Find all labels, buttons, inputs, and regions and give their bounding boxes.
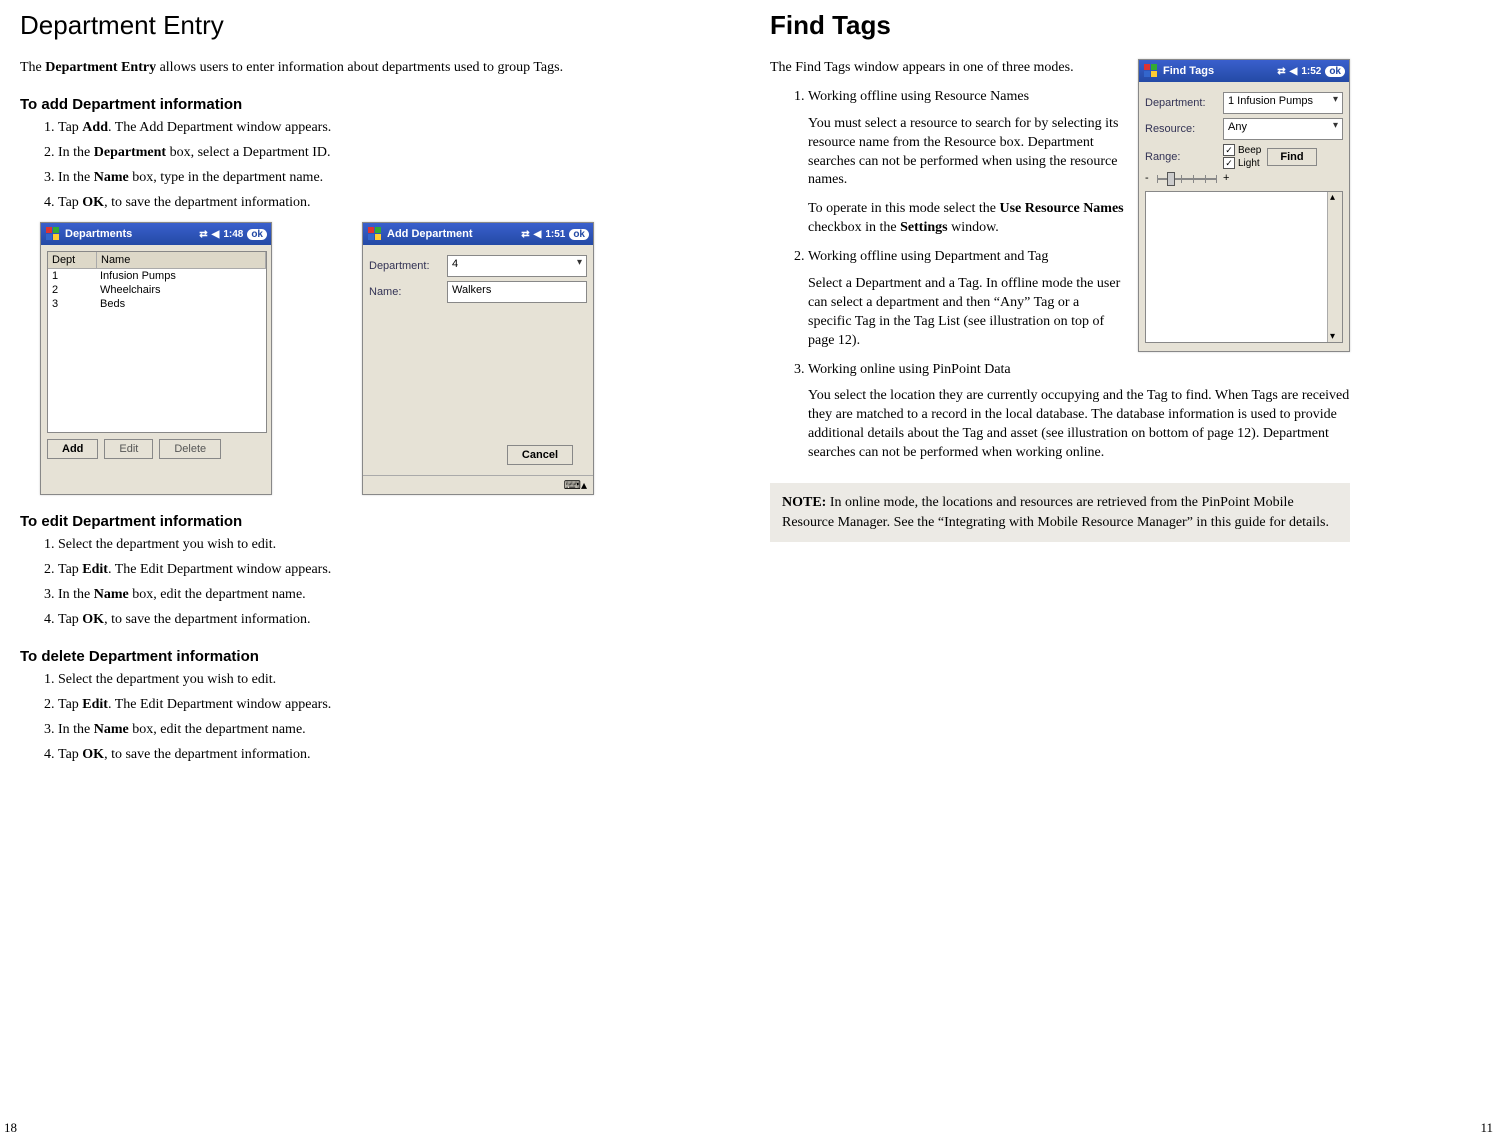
status-icons: ⇄ ◀ 1:48 [199,229,243,240]
pda-title-text: Find Tags [1163,65,1214,77]
clock-text: 1:52 [1301,66,1321,77]
list-item: In the Name box, type in the department … [58,169,600,188]
table-row[interactable]: 1Infusion Pumps [48,269,266,283]
list-item: Working online using PinPoint Data You s… [808,361,1350,463]
ok-button[interactable]: ok [569,229,589,240]
list-item: Select the department you wish to edit. [58,671,600,690]
note-label: NOTE: [782,495,826,510]
table-row[interactable]: 3Beds [48,297,266,311]
department-label: Department: [1145,97,1217,109]
windows-start-icon[interactable] [1143,63,1159,79]
page-right: Find Tags Find Tags ⇄ ◀ 1:52 ok Departme… [750,0,1370,552]
status-icons: ⇄ ◀ 1:52 [1277,66,1321,77]
windows-start-icon[interactable] [367,226,383,242]
add-steps: Tap Add. The Add Department window appea… [20,119,600,213]
ok-button[interactable]: ok [1325,66,1345,77]
clock-text: 1:48 [223,229,243,240]
col-name: Name [97,252,266,268]
list-item: Tap OK, to save the department informati… [58,611,600,630]
find-button[interactable]: Find [1267,148,1316,166]
heading-delete: To delete Department information [20,648,600,665]
department-select[interactable]: 4 [447,255,587,277]
department-select[interactable]: 1 Infusion Pumps [1223,92,1343,114]
resource-select[interactable]: Any [1223,118,1343,140]
list-item: Tap OK, to save the department informati… [58,194,600,213]
add-button[interactable]: Add [47,439,98,459]
ok-button[interactable]: ok [247,229,267,240]
pda-titlebar: Departments ⇄ ◀ 1:48 ok [41,223,271,245]
beep-checkbox[interactable]: ✓Beep [1223,144,1261,156]
edit-button[interactable]: Edit [104,439,153,459]
status-icons: ⇄ ◀ 1:51 [521,229,565,240]
page-number-left: 18 [4,1120,17,1136]
list-item: In the Name box, edit the department nam… [58,586,600,605]
pda-title-text: Add Department [387,228,473,240]
intro-paragraph: The Department Entry allows users to ent… [20,59,600,78]
connectivity-icon: ⇄ [1277,66,1285,77]
pda-body: Dept Name 1Infusion Pumps 2Wheelchairs 3… [41,245,271,475]
pda-title-text: Departments [65,228,132,240]
name-label: Name: [369,286,441,298]
connectivity-icon: ⇄ [199,229,207,240]
pda-titlebar: Find Tags ⇄ ◀ 1:52 ok [1139,60,1349,82]
list-item: Select the department you wish to edit. [58,536,600,555]
heading-edit: To edit Department information [20,513,600,530]
keyboard-icon[interactable]: ⌨︎▴ [564,478,587,492]
results-list[interactable] [1145,191,1343,343]
list-item: In the Name box, edit the department nam… [58,721,600,740]
scrollbar[interactable] [1327,192,1342,342]
pda-find-tags: Find Tags ⇄ ◀ 1:52 ok Department: 1 Infu… [1138,59,1350,352]
volume-icon: ◀ [1290,66,1298,77]
delete-steps: Select the department you wish to edit. … [20,671,600,765]
screenshot-row: Departments ⇄ ◀ 1:48 ok Dept Name 1Infus… [40,222,600,495]
button-bar: Add Edit Delete [47,439,265,459]
list-item: Tap Edit. The Edit Department window app… [58,696,600,715]
pda-departments: Departments ⇄ ◀ 1:48 ok Dept Name 1Infus… [40,222,272,495]
windows-start-icon[interactable] [45,226,61,242]
table-row[interactable]: 2Wheelchairs [48,283,266,297]
name-input[interactable]: Walkers [447,281,587,303]
page-left: Department Entry The Department Entry al… [0,0,620,785]
pda-add-department: Add Department ⇄ ◀ 1:51 ok Department: 4… [362,222,594,495]
department-label: Department: [369,260,441,272]
pda-titlebar: Add Department ⇄ ◀ 1:51 ok [363,223,593,245]
clock-text: 1:51 [545,229,565,240]
pda-body: Department: 1 Infusion Pumps Resource: A… [1139,82,1349,351]
list-item: Tap OK, to save the department informati… [58,746,600,765]
range-minus: - [1145,172,1151,184]
cancel-button[interactable]: Cancel [507,445,573,465]
range-label: Range: [1145,151,1217,163]
departments-table[interactable]: Dept Name 1Infusion Pumps 2Wheelchairs 3… [47,251,267,433]
note-box: NOTE: In online mode, the locations and … [770,483,1350,542]
resource-label: Resource: [1145,123,1217,135]
col-dept: Dept [48,252,97,268]
volume-icon: ◀ [212,229,220,240]
list-item: In the Department box, select a Departme… [58,144,600,163]
range-plus: + [1223,172,1229,184]
heading-department-entry: Department Entry [20,10,600,41]
heading-find-tags: Find Tags [770,10,1350,41]
list-item: Tap Add. The Add Department window appea… [58,119,600,138]
connectivity-icon: ⇄ [521,229,529,240]
sip-bar: ⌨︎▴ [363,475,593,494]
table-header: Dept Name [48,252,266,269]
heading-add: To add Department information [20,96,600,113]
page-number-right: 11 [1480,1120,1493,1136]
pda-body: Department: 4 Name: Walkers Cancel [363,245,593,475]
list-item: Tap Edit. The Edit Department window app… [58,561,600,580]
light-checkbox[interactable]: ✓Light [1223,157,1261,169]
edit-steps: Select the department you wish to edit. … [20,536,600,630]
delete-button[interactable]: Delete [159,439,221,459]
volume-icon: ◀ [534,229,542,240]
range-slider[interactable] [1157,171,1217,185]
